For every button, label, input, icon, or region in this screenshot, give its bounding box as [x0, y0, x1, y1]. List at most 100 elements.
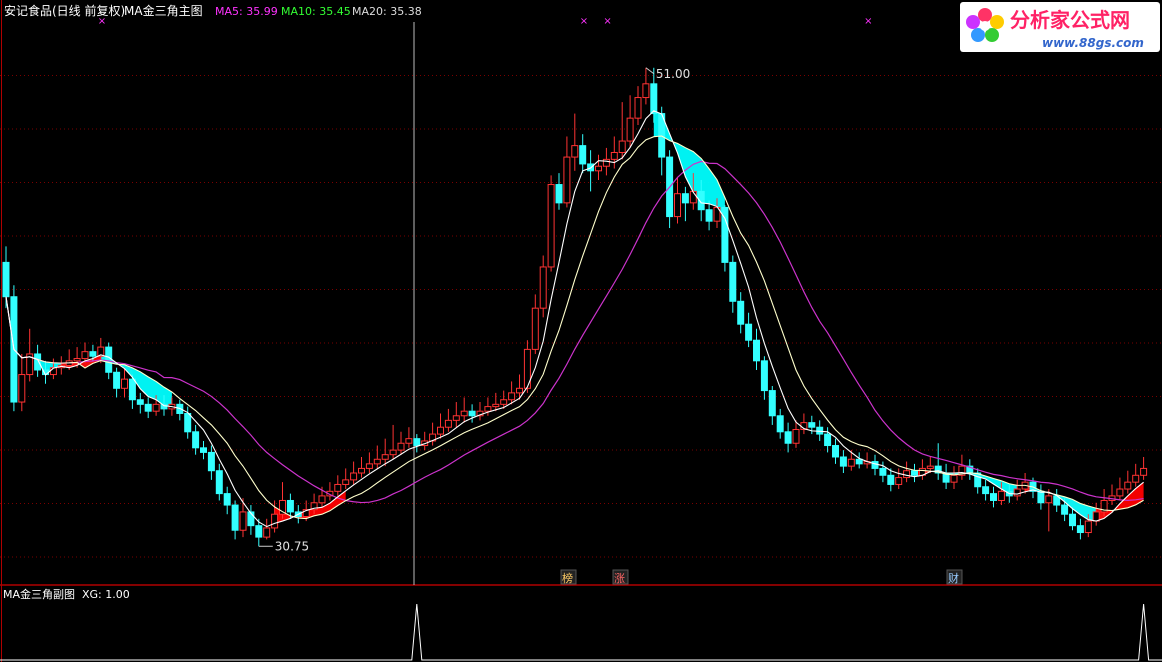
xg-signal-polyline — [0, 603, 1162, 661]
badge-cai[interactable]: 财 — [946, 569, 963, 585]
candle — [642, 67, 650, 105]
candle — [1108, 484, 1116, 506]
candle-body — [563, 156, 571, 204]
candle — [658, 106, 666, 176]
candle-body — [136, 399, 144, 405]
candle — [918, 459, 926, 480]
candle-body — [73, 358, 81, 362]
sub-panel-name[interactable]: MA金三角副图 — [3, 587, 75, 601]
candle — [1013, 479, 1021, 501]
candle-body — [824, 433, 832, 447]
candle — [832, 438, 839, 464]
candle-body — [223, 493, 231, 506]
candle-body — [974, 472, 982, 488]
candle — [18, 353, 26, 412]
candle-body — [847, 458, 855, 467]
candle — [855, 452, 863, 469]
candle-body — [579, 145, 587, 165]
candle-body — [358, 467, 365, 474]
low-annotation: 30.75 — [258, 539, 309, 553]
candle — [1140, 456, 1148, 480]
candle — [745, 312, 753, 348]
candle — [523, 340, 531, 393]
candle-body — [903, 470, 911, 479]
candle-body — [674, 193, 681, 218]
candle — [460, 397, 468, 423]
candle-body — [792, 429, 800, 444]
badge-cai-label: 财 — [948, 571, 959, 585]
candle — [768, 386, 776, 425]
badge-zhang[interactable]: 涨 — [612, 569, 629, 585]
candle — [942, 463, 950, 490]
candle — [389, 424, 397, 460]
watermark-url: www.88gs.com — [1042, 36, 1144, 50]
candle — [618, 102, 626, 160]
candle — [350, 461, 358, 485]
ma20-legend: MA20: 35.38 — [352, 5, 422, 18]
candle-body — [492, 403, 500, 408]
candle — [1132, 463, 1140, 487]
candle-body — [595, 165, 602, 172]
candle — [192, 424, 200, 455]
candle-body — [650, 83, 658, 115]
candle — [144, 397, 152, 419]
candle — [563, 136, 571, 208]
candle — [800, 413, 808, 435]
ma5-legend: MA5: 35.99 — [215, 5, 278, 18]
candle — [437, 413, 444, 439]
badge-zhang-label: 涨 — [614, 572, 625, 585]
candle-body — [895, 477, 903, 485]
candle — [958, 454, 966, 480]
candle-body — [508, 392, 516, 401]
candle — [121, 367, 128, 398]
low-label: 30.75 — [275, 539, 309, 553]
candle — [468, 404, 476, 423]
candle — [429, 422, 437, 446]
candle-body — [484, 406, 492, 412]
candle-body — [128, 378, 136, 401]
candle — [816, 420, 824, 441]
candle-body — [602, 158, 610, 167]
candle-body — [81, 351, 89, 360]
signal-marker-icon: × — [864, 16, 872, 27]
candle-body — [444, 419, 452, 428]
candle — [974, 468, 982, 494]
candle — [136, 392, 144, 414]
candle-body — [997, 490, 1005, 501]
candle — [223, 486, 231, 515]
candle — [839, 450, 847, 474]
candle-body — [571, 145, 579, 158]
main-indicator-name[interactable]: MA金三角主图 — [124, 3, 203, 18]
xg-signal-line — [0, 603, 1162, 661]
candle-body — [231, 504, 239, 531]
stock-name: 安记食品(日线 前复权) — [4, 3, 125, 18]
high-annotation: 51.00 — [645, 67, 690, 81]
candle-body — [89, 351, 97, 357]
candle-body — [365, 463, 373, 469]
watermark-logo: 分析家公式网 www.88gs.com — [960, 2, 1160, 52]
candle-body — [373, 458, 381, 465]
candle — [547, 175, 555, 272]
badge-bang-label: 榜 — [562, 571, 573, 585]
badge-bang[interactable]: 榜 — [560, 569, 577, 585]
candle-body — [776, 415, 784, 433]
candle — [784, 422, 792, 453]
candle — [413, 434, 421, 453]
ma5-line — [5, 110, 1144, 528]
candle-body — [784, 431, 792, 444]
candle-body — [468, 410, 476, 417]
candle-body — [1116, 488, 1124, 497]
candle-body — [437, 426, 444, 435]
candle — [57, 356, 65, 375]
candle-body — [539, 266, 547, 309]
candle — [776, 408, 784, 439]
candle — [113, 367, 121, 398]
candle-body — [768, 390, 776, 417]
candle-body — [152, 403, 160, 412]
candle — [571, 113, 579, 171]
candle-body — [879, 467, 887, 476]
candle-body — [350, 472, 358, 481]
candle-body — [547, 184, 555, 268]
candle-body — [334, 483, 342, 492]
candle-body — [105, 346, 113, 373]
